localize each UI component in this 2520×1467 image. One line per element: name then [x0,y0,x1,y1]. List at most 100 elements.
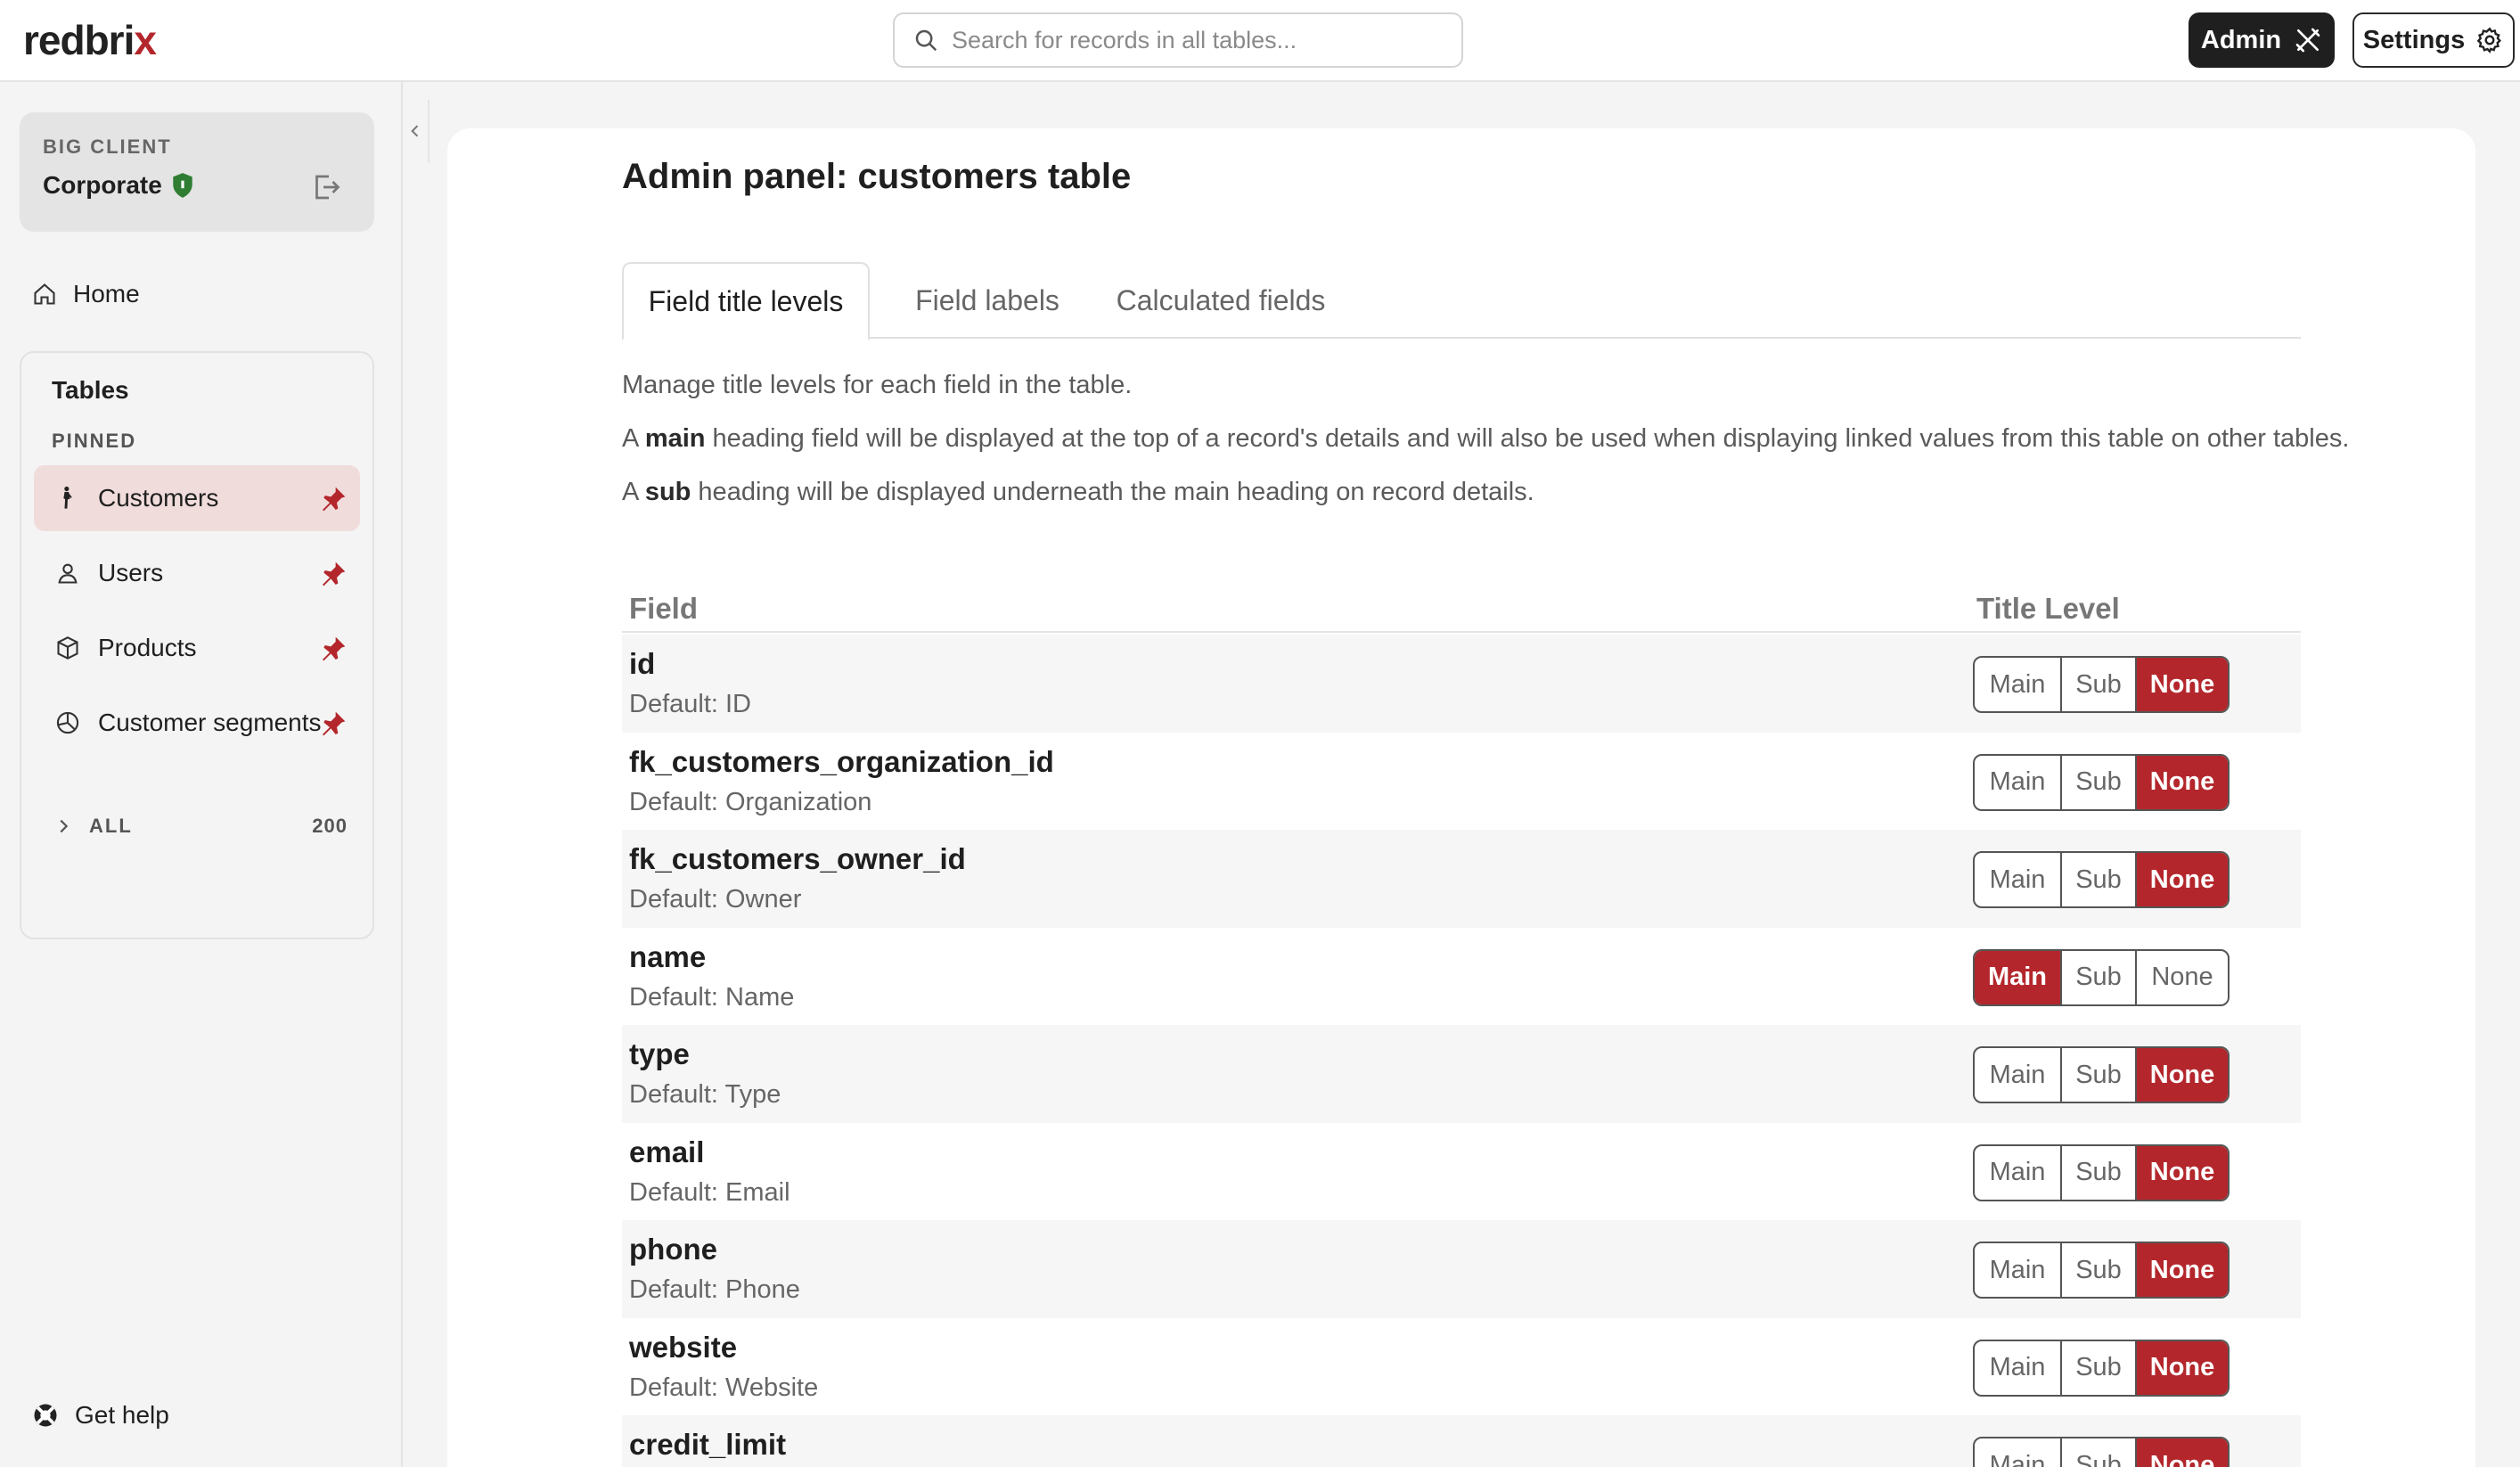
admin-label: Admin [2200,25,2282,54]
level-option-main[interactable]: Main [1975,1340,2062,1395]
sidebar-item-products[interactable]: Products [34,615,360,681]
field-default-label: Default: Name [629,982,795,1012]
tab-field-title-levels[interactable]: Field title levels [622,262,870,340]
tab-calculated-fields[interactable]: Calculated fields [1094,262,1347,339]
home-icon [34,283,55,305]
field-name: email [629,1135,705,1168]
shield-icon [173,173,192,198]
app-logo[interactable]: redbrix [23,16,157,64]
level-option-none[interactable]: None [2137,1438,2228,1467]
table-row: email Default: Email Main Sub None [622,1123,2301,1221]
table-row: phone Default: Phone Main Sub None [622,1220,2301,1318]
field-default-label: Default: Type [629,1080,781,1109]
sidebar-item-home[interactable]: Home [32,280,140,308]
field-name: id [629,647,656,680]
level-option-main[interactable]: Main [1975,853,2062,906]
title-level-toggle: Main Sub None [1973,851,2230,908]
client-card[interactable]: BIG CLIENT Corporate [20,112,374,232]
level-option-none[interactable]: None [2137,951,2228,1004]
level-option-main[interactable]: Main [1975,1438,2062,1467]
field-default-label: Default: Organization [629,787,872,816]
table-row: id Default: ID Main Sub None [622,635,2301,733]
level-option-main[interactable]: Main [1975,1048,2062,1102]
settings-label: Settings [2362,25,2466,54]
user-icon [58,563,78,584]
level-option-main[interactable]: Main [1975,658,2062,711]
page-title: Admin panel: customers table [622,157,1132,196]
level-option-sub[interactable]: Sub [2062,853,2137,906]
level-option-sub[interactable]: Sub [2062,1340,2137,1395]
field-name: website [629,1330,738,1364]
level-option-sub[interactable]: Sub [2062,658,2137,711]
level-option-none[interactable]: None [2137,1340,2228,1395]
field-name: fk_customers_organization_id [629,744,1054,778]
table-row: website Default: Website Main Sub None [622,1318,2301,1416]
main-panel: Admin panel: customers table Field title… [447,128,2475,1467]
search-input[interactable] [952,26,1451,54]
tables-panel: Tables PINNED Customers Users Products C… [20,351,374,939]
client-label: BIG CLIENT [43,135,172,158]
client-name: Corporate [43,171,194,200]
title-level-toggle: Main Sub None [1973,753,2230,811]
get-help-link[interactable]: Get help [32,1401,169,1430]
level-option-sub[interactable]: Sub [2062,950,2137,1004]
global-search[interactable] [893,12,1463,68]
sidebar-item-users[interactable]: Users [34,540,360,606]
level-option-sub[interactable]: Sub [2062,1145,2137,1200]
all-tables-count: 200 [312,815,348,837]
field-default-label: Default: Email [629,1177,790,1207]
level-option-main[interactable]: Main [1975,755,2062,809]
table-row: fk_customers_organization_id Default: Org… [622,733,2301,831]
top-bar: redbrix Admin Settings [0,0,2520,82]
pin-icon[interactable] [319,709,348,738]
level-option-none[interactable]: None [2137,1048,2228,1102]
level-option-main[interactable]: Main [1975,950,2062,1004]
logout-icon[interactable] [310,171,342,203]
title-level-toggle: Main Sub None [1973,948,2230,1006]
table-row: fk_customers_owner_id Default: Owner Main S… [622,830,2301,928]
field-name: fk_customers_owner_id [629,842,966,875]
field-default-label: Default: Phone [629,1275,800,1304]
all-tables-toggle[interactable]: ALL 200 [53,815,348,838]
level-option-sub[interactable]: Sub [2062,755,2137,809]
title-level-toggle: Main Sub None [1973,1437,2230,1467]
level-option-sub[interactable]: Sub [2062,1438,2137,1467]
field-name: type [629,1037,690,1070]
gear-icon [2476,27,2502,53]
level-option-none[interactable]: None [2137,1243,2228,1297]
table-header: Field Title Level [622,581,2301,633]
field-name: name [629,939,707,973]
sidebar: BIG CLIENT Corporate Home Tables PINNED … [0,82,403,1467]
box-icon [57,636,78,660]
level-option-none[interactable]: None [2137,1145,2228,1200]
tools-icon [2295,28,2320,53]
title-level-toggle: Main Sub None [1973,1143,2230,1201]
collapse-sidebar-button[interactable] [403,100,430,162]
tab-bar: Field title levels Field labels Calculat… [622,262,2301,340]
pin-icon[interactable] [319,560,348,588]
sidebar-item-customer-segments[interactable]: Customer segments [34,690,360,756]
level-option-main[interactable]: Main [1975,1145,2062,1200]
field-default-label: Default: Owner [629,885,802,914]
pin-icon[interactable] [319,485,348,513]
level-option-sub[interactable]: Sub [2062,1243,2137,1297]
pie-chart-icon [56,711,79,734]
column-header-title-level: Title Level [1976,592,2120,625]
description-line-1: Manage title levels for each field in th… [622,371,1133,399]
level-option-main[interactable]: Main [1975,1243,2062,1297]
level-option-none[interactable]: None [2137,755,2228,809]
field-name: credit_limit [629,1428,787,1461]
level-option-none[interactable]: None [2137,658,2228,711]
settings-button[interactable]: Settings [2352,12,2515,68]
level-option-none[interactable]: None [2137,853,2228,906]
pin-icon[interactable] [319,635,348,663]
field-default-label: Default: Website [629,1373,819,1402]
tab-field-labels[interactable]: Field labels [889,262,1085,339]
admin-button[interactable]: Admin [2189,12,2335,68]
column-header-field: Field [629,592,699,625]
level-option-sub[interactable]: Sub [2062,1048,2137,1102]
lifebuoy-icon [34,1404,57,1427]
table-row: name Default: Name Main Sub None [622,928,2301,1026]
person-standing-icon [63,486,72,509]
sidebar-item-customers[interactable]: Customers [34,465,360,531]
